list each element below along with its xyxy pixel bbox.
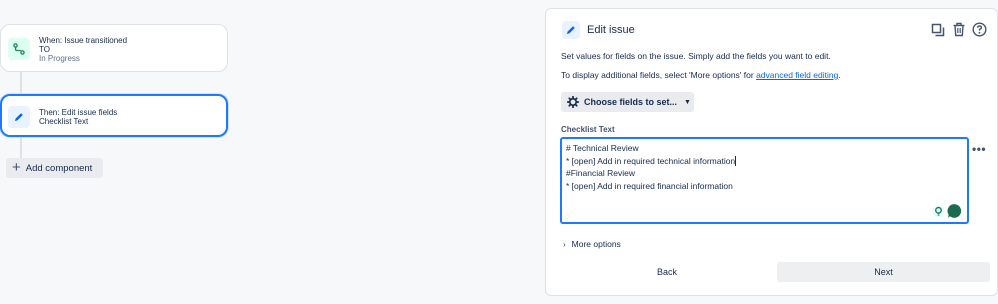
more-info-prefix: To display additional fields, select 'Mo… — [561, 70, 757, 80]
trigger-status: In Progress — [39, 54, 80, 63]
textarea-tools — [932, 203, 963, 219]
text-caret — [735, 155, 737, 166]
choose-fields-label: Choose fields to set... — [584, 97, 678, 107]
checklist-line: * [open] Add in required financial infor… — [566, 181, 733, 192]
grammar-assistant-icon[interactable] — [947, 203, 963, 219]
next-button[interactable]: Next — [777, 262, 990, 282]
help-icon[interactable] — [971, 21, 988, 38]
flow-connector — [20, 137, 22, 158]
back-button[interactable]: Back — [561, 262, 773, 282]
chevron-down-icon: ▼ — [684, 98, 691, 106]
panel-description: Set values for fields on the issue. Simp… — [561, 51, 831, 61]
add-component-button[interactable]: + Add component — [6, 158, 103, 178]
choose-fields-button[interactable]: Choose fields to set... ▼ — [561, 92, 694, 112]
pencil-icon — [8, 106, 30, 128]
action-text: Then: Edit issue fields Checklist Text — [39, 108, 117, 126]
more-options-label: More options — [571, 239, 621, 249]
trigger-title: When: Issue transitioned — [39, 36, 128, 45]
action-card[interactable]: Then: Edit issue fields Checklist Text — [0, 94, 228, 137]
more-info-text: To display additional fields, select 'Mo… — [561, 70, 841, 80]
branch-icon — [8, 38, 30, 60]
more-info-suffix: . — [838, 70, 841, 80]
add-component-label: Add component — [25, 162, 93, 174]
advanced-field-editing-link[interactable]: advanced field editing — [756, 70, 838, 80]
edit-issue-panel: Edit issue Set values for fields on the … — [545, 8, 998, 296]
panel-title: Edit issue — [587, 24, 635, 36]
checklist-text-label: Checklist Text — [561, 125, 615, 134]
chevron-right-icon: › — [563, 239, 566, 249]
checklist-text-field[interactable]: # Technical Review * [open] Add in requi… — [560, 137, 969, 224]
more-actions-icon[interactable]: ••• — [972, 142, 986, 156]
duplicate-icon[interactable] — [929, 21, 946, 38]
gear-icon — [567, 96, 579, 108]
trash-icon[interactable] — [950, 21, 967, 38]
more-options-toggle[interactable]: › More options — [563, 239, 621, 249]
pencil-icon — [562, 21, 580, 39]
checklist-line: # Technical Review — [566, 143, 639, 153]
checklist-line-text: * [open] Add in required technical infor… — [566, 155, 736, 166]
trigger-text: When: Issue transitioned TO In Progress — [39, 36, 127, 63]
trigger-to: TO — [39, 45, 50, 54]
lightbulb-icon[interactable] — [932, 205, 945, 218]
action-title: Then: Edit issue fields — [39, 108, 118, 117]
plus-icon: + — [12, 159, 21, 176]
checklist-line: * [open] Add in required technical infor… — [566, 155, 963, 168]
checklist-line: #Financial Review — [566, 168, 635, 179]
action-field: Checklist Text — [39, 117, 89, 126]
flow-connector — [20, 72, 22, 94]
trigger-card[interactable]: When: Issue transitioned TO In Progress — [0, 24, 228, 72]
